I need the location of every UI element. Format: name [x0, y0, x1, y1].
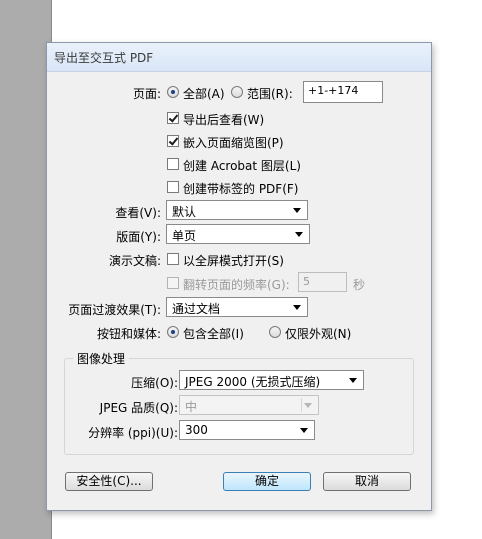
- resolution-label: 分辨率 (ppi)(U):: [88, 426, 178, 440]
- transitions-select-value: 通过文档: [172, 302, 221, 316]
- include-all-radio[interactable]: [167, 326, 179, 338]
- compression-label: 压缩(O):: [131, 376, 178, 390]
- jpeg-quality-select-value: 中: [185, 400, 198, 414]
- jpeg-quality-label: JPEG 品质(Q):: [99, 401, 178, 415]
- chevron-down-icon: [304, 403, 312, 408]
- pages-range-label[interactable]: 范围(R):: [247, 85, 293, 102]
- security-button[interactable]: 安全性(C)...: [65, 472, 153, 491]
- embed-thumbnails-label[interactable]: 嵌入页面缩览图(P): [183, 134, 284, 151]
- ok-button[interactable]: 确定: [223, 472, 311, 491]
- include-all-label[interactable]: 包含全部(I): [183, 325, 244, 342]
- compression-select[interactable]: JPEG 2000 (无损式压缩): [179, 370, 364, 390]
- export-interactive-pdf-dialog: 导出至交互式 PDF 页面: 全部(A) 范围(R): +1-+174 导出后查…: [46, 42, 432, 511]
- pages-all-radio[interactable]: [167, 86, 179, 98]
- resolution-select-value: 300: [185, 423, 208, 437]
- fullscreen-checkbox[interactable]: [167, 253, 179, 265]
- chevron-down-icon: [293, 208, 301, 213]
- select-divider: [301, 398, 302, 412]
- flip-seconds-input[interactable]: 5: [298, 272, 347, 292]
- flip-pages-label: 翻转页面的频率(G):: [183, 278, 290, 292]
- transitions-label: 页面过渡效果(T):: [68, 303, 161, 317]
- chevron-down-icon: [300, 428, 308, 433]
- cancel-button[interactable]: 取消: [323, 472, 411, 491]
- view-select[interactable]: 默认: [166, 200, 308, 220]
- transitions-select[interactable]: 通过文档: [166, 297, 308, 317]
- left-panel: [0, 0, 52, 539]
- buttons-media-label: 按钮和媒体:: [96, 327, 161, 341]
- view-label: 查看(V):: [115, 206, 161, 220]
- compression-select-value: JPEG 2000 (无损式压缩): [185, 375, 321, 389]
- embed-thumbnails-checkbox[interactable]: [167, 135, 179, 147]
- chevron-down-icon: [293, 305, 301, 310]
- flip-pages-checkbox[interactable]: [167, 277, 179, 289]
- view-after-export-checkbox[interactable]: [167, 112, 179, 124]
- create-acrobat-layers-label[interactable]: 创建 Acrobat 图层(L): [183, 157, 301, 174]
- layout-label: 版面(Y):: [116, 230, 161, 244]
- layout-select[interactable]: 单页: [166, 224, 310, 244]
- dialog-title: 导出至交互式 PDF: [54, 51, 154, 65]
- pages-all-label[interactable]: 全部(A): [183, 85, 225, 102]
- create-tagged-pdf-checkbox[interactable]: [167, 181, 179, 193]
- presentation-label: 演示文稿:: [108, 254, 161, 268]
- create-tagged-pdf-label[interactable]: 创建带标签的 PDF(F): [183, 180, 298, 197]
- flip-seconds-unit: 秒: [353, 278, 366, 292]
- create-acrobat-layers-checkbox[interactable]: [167, 158, 179, 170]
- image-handling-title: 图像处理: [73, 350, 130, 367]
- pages-range-radio[interactable]: [231, 86, 243, 98]
- jpeg-quality-select[interactable]: 中: [179, 395, 319, 415]
- chevron-down-icon: [349, 378, 357, 383]
- pages-range-input[interactable]: +1-+174: [303, 81, 383, 103]
- view-after-export-label[interactable]: 导出后查看(W): [183, 111, 264, 128]
- view-select-value: 默认: [172, 205, 197, 219]
- pages-label: 页面:: [132, 87, 161, 101]
- fullscreen-label[interactable]: 以全屏模式打开(S): [183, 252, 284, 269]
- appearance-only-label[interactable]: 仅限外观(N): [285, 325, 351, 342]
- resolution-select[interactable]: 300: [179, 420, 315, 440]
- layout-select-value: 单页: [172, 229, 197, 243]
- appearance-only-radio[interactable]: [269, 326, 281, 338]
- chevron-down-icon: [295, 232, 303, 237]
- dialog-titlebar: 导出至交互式 PDF: [47, 43, 431, 72]
